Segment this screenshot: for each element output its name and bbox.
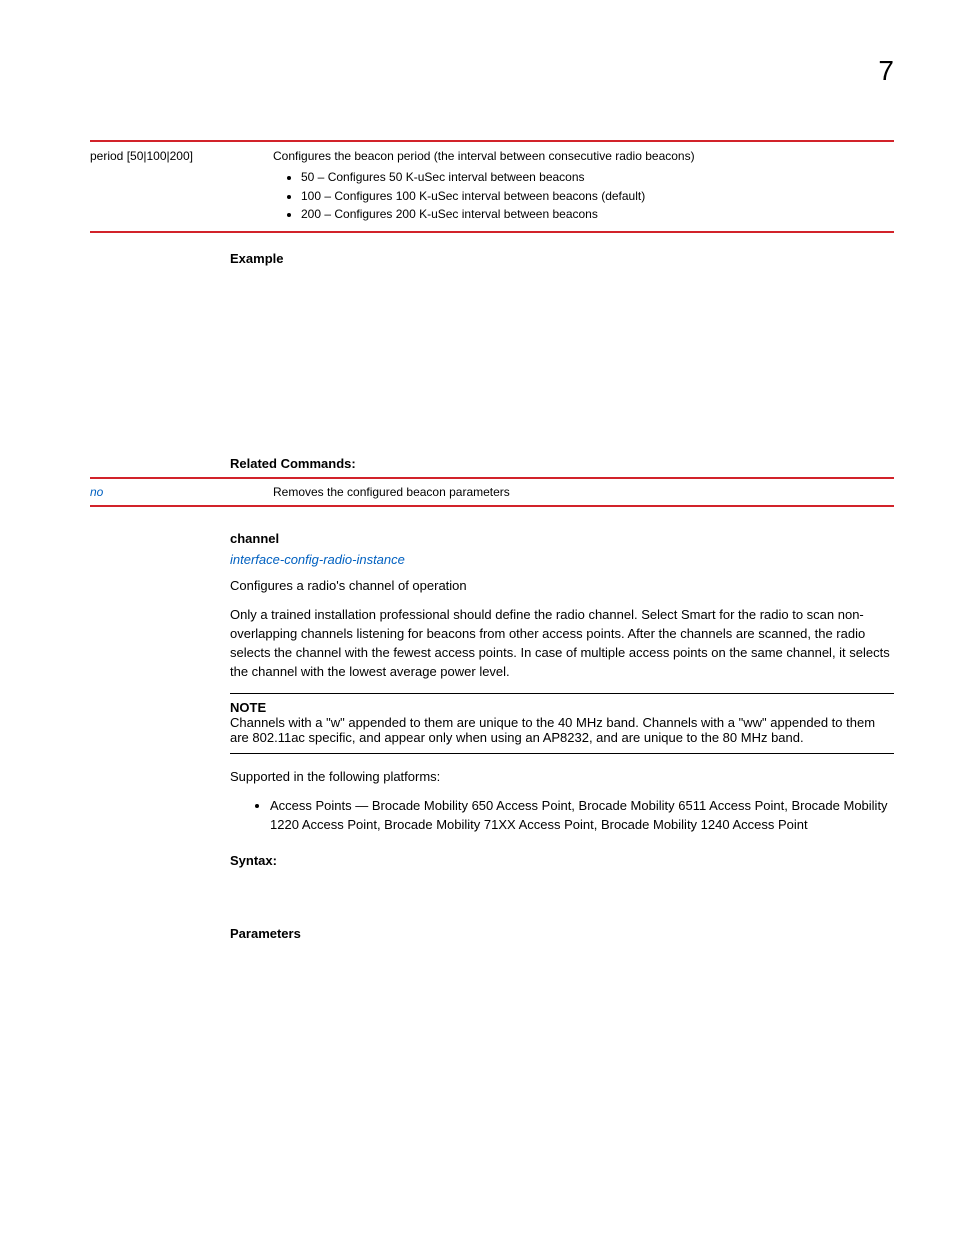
note-label: NOTE	[230, 700, 266, 715]
channel-p1: Configures a radio's channel of operatio…	[230, 577, 894, 596]
param-name-cell: period [50|100|200]	[90, 142, 273, 231]
parameter-table: period [50|100|200] Configures the beaco…	[90, 142, 894, 231]
note-text: Channels with a "w" appended to them are…	[230, 715, 875, 745]
param-desc-cell: Configures the beacon period (the interv…	[273, 142, 894, 231]
interface-config-link[interactable]: interface-config-radio-instance	[230, 552, 894, 567]
syntax-heading: Syntax:	[230, 853, 894, 868]
no-link[interactable]: no	[90, 485, 103, 499]
bullet-item: 100 – Configures 100 K-uSec interval bet…	[301, 188, 886, 205]
example-heading: Example	[230, 251, 894, 266]
bullet-item: 50 – Configures 50 K-uSec interval betwe…	[301, 169, 886, 186]
related-commands-table: no Removes the configured beacon paramet…	[90, 479, 894, 505]
param-bullets: 50 – Configures 50 K-uSec interval betwe…	[273, 169, 886, 223]
param-intro: Configures the beacon period (the interv…	[273, 149, 695, 163]
page-number: 7	[878, 55, 894, 87]
note-block: NOTE Channels with a "w" appended to the…	[230, 693, 894, 754]
platform-list: Access Points — Brocade Mobility 650 Acc…	[230, 797, 894, 835]
bullet-item: 200 – Configures 200 K-uSec interval bet…	[301, 206, 886, 223]
parameters-heading: Parameters	[230, 926, 894, 941]
channel-heading: channel	[230, 531, 894, 546]
platform-item: Access Points — Brocade Mobility 650 Acc…	[270, 797, 894, 835]
supported-label: Supported in the following platforms:	[230, 768, 894, 787]
related-bottom-rule	[90, 505, 894, 507]
channel-p2: Only a trained installation professional…	[230, 606, 894, 681]
table-bottom-rule	[90, 231, 894, 233]
related-commands-heading: Related Commands:	[230, 456, 894, 471]
related-command-name: no	[90, 479, 273, 505]
related-command-desc: Removes the configured beacon parameters	[273, 479, 894, 505]
